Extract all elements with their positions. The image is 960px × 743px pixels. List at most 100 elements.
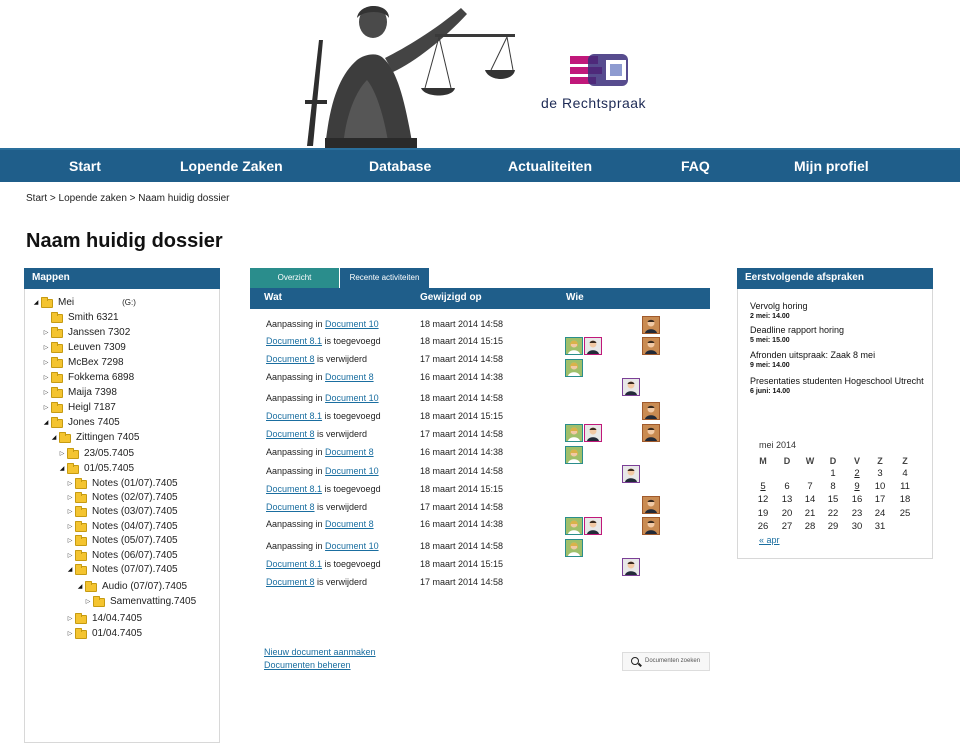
user-avatar[interactable] (565, 424, 583, 442)
collapse-arrow-icon[interactable]: ◢ (32, 296, 40, 310)
folder-item[interactable]: Smith 6321 (42, 311, 119, 325)
user-avatar[interactable] (622, 558, 640, 576)
document-link[interactable]: Document 10 (325, 319, 379, 329)
document-link[interactable]: Document 8 (266, 429, 315, 439)
document-link[interactable]: Document 8 (325, 372, 374, 382)
expand-arrow-icon[interactable]: ▷ (66, 520, 74, 534)
document-link[interactable]: Document 10 (325, 466, 379, 476)
breadcrumb[interactable]: Start > Lopende zaken > Naam huidig doss… (26, 193, 229, 204)
folder-item[interactable]: ▷ Notes (02/07).7405 (66, 491, 178, 505)
expand-arrow-icon[interactable]: ▷ (42, 371, 50, 385)
expand-arrow-icon[interactable]: ▷ (66, 477, 74, 491)
document-link[interactable]: Document 8 (266, 577, 315, 587)
collapse-arrow-icon[interactable]: ◢ (42, 416, 50, 430)
tab-overzicht[interactable]: Overzicht (250, 268, 339, 288)
nav-database[interactable]: Database (369, 150, 431, 184)
document-link[interactable]: Document 10 (325, 541, 379, 551)
expand-arrow-icon[interactable]: ▷ (58, 447, 66, 461)
expand-arrow-icon[interactable]: ▷ (66, 534, 74, 548)
nav-actualiteiten[interactable]: Actualiteiten (508, 150, 592, 184)
folder-item[interactable]: ▷ Samenvatting.7405 (84, 595, 196, 609)
folder-item[interactable]: ◢ 01/05.7405 (58, 462, 134, 476)
calendar-day[interactable]: 7 (800, 481, 820, 493)
nav-lopende-zaken[interactable]: Lopende Zaken (180, 150, 283, 184)
document-link[interactable]: Document 8 (325, 447, 374, 457)
new-document-link[interactable]: Nieuw document aanmaken (264, 647, 376, 657)
expand-arrow-icon[interactable]: ▷ (66, 491, 74, 505)
user-avatar[interactable] (642, 424, 660, 442)
user-avatar[interactable] (642, 316, 660, 334)
user-avatar[interactable] (642, 402, 660, 420)
user-avatar[interactable] (565, 539, 583, 557)
document-link[interactable]: Document 8 (325, 519, 374, 529)
calendar-day[interactable]: 11 (895, 481, 915, 493)
calendar-day[interactable]: 17 (870, 494, 890, 506)
expand-arrow-icon[interactable]: ▷ (42, 326, 50, 340)
expand-arrow-icon[interactable]: ▷ (42, 386, 50, 400)
collapse-arrow-icon[interactable]: ◢ (76, 580, 84, 594)
document-link[interactable]: Document 8.1 (266, 411, 322, 421)
calendar-day[interactable]: 23 (847, 508, 867, 520)
folder-item[interactable]: ◢ Notes (07/07).7405 (66, 563, 178, 577)
calendar-day[interactable]: 28 (800, 521, 820, 533)
expand-arrow-icon[interactable]: ▷ (66, 612, 74, 626)
folder-item[interactable]: ▷ Notes (01/07).7405 (66, 477, 178, 491)
tab-recente-activiteiten[interactable]: Recente activiteiten (340, 268, 429, 288)
user-avatar[interactable] (565, 359, 583, 377)
calendar-day[interactable]: 6 (777, 481, 797, 493)
user-avatar[interactable] (584, 517, 602, 535)
folder-item[interactable]: ▷ Notes (06/07).7405 (66, 549, 178, 563)
user-avatar[interactable] (622, 378, 640, 396)
folder-item[interactable]: ◢ Zittingen 7405 (50, 431, 139, 445)
calendar-day[interactable]: 26 (753, 521, 773, 533)
folder-item[interactable]: ◢ Audio (07/07).7405 (76, 580, 187, 594)
collapse-arrow-icon[interactable]: ◢ (50, 431, 58, 445)
calendar-day[interactable]: 27 (777, 521, 797, 533)
calendar-day[interactable]: 2 (847, 468, 867, 480)
user-avatar[interactable] (622, 465, 640, 483)
user-avatar[interactable] (642, 517, 660, 535)
folder-item[interactable]: ▷ Notes (03/07).7405 (66, 505, 178, 519)
nav-mijn-profiel[interactable]: Mijn profiel (794, 150, 869, 184)
user-avatar[interactable] (565, 517, 583, 535)
user-avatar[interactable] (642, 337, 660, 355)
calendar-day[interactable]: 5 (753, 481, 773, 493)
calendar-day[interactable]: 30 (847, 521, 867, 533)
folder-item[interactable]: ▷ Notes (05/07).7405 (66, 534, 178, 548)
document-link[interactable]: Document 8.1 (266, 484, 322, 494)
document-link[interactable]: Document 8 (266, 502, 315, 512)
calendar-prev-month-link[interactable]: « apr (759, 535, 780, 545)
nav-start[interactable]: Start (69, 150, 101, 184)
calendar-day[interactable]: 25 (895, 508, 915, 520)
calendar-day[interactable]: 10 (870, 481, 890, 493)
folder-item[interactable]: ▷ 14/04.7405 (66, 612, 142, 626)
folder-item[interactable]: ▷ Notes (04/07).7405 (66, 520, 178, 534)
user-avatar[interactable] (584, 424, 602, 442)
calendar-day[interactable]: 12 (753, 494, 773, 506)
calendar-day[interactable]: 20 (777, 508, 797, 520)
calendar-day[interactable]: 15 (823, 494, 843, 506)
collapse-arrow-icon[interactable]: ◢ (66, 563, 74, 577)
calendar-day[interactable]: 3 (870, 468, 890, 480)
calendar-day[interactable]: 9 (847, 481, 867, 493)
calendar-day[interactable]: 29 (823, 521, 843, 533)
calendar-day[interactable]: 18 (895, 494, 915, 506)
calendar-day[interactable]: 24 (870, 508, 890, 520)
document-link[interactable]: Document 8.1 (266, 336, 322, 346)
calendar-day[interactable]: 14 (800, 494, 820, 506)
calendar-day[interactable]: 19 (753, 508, 773, 520)
calendar-day[interactable]: 22 (823, 508, 843, 520)
expand-arrow-icon[interactable]: ▷ (66, 549, 74, 563)
document-link[interactable]: Document 10 (325, 393, 379, 403)
folder-item[interactable]: ▷ Janssen 7302 (42, 326, 130, 340)
nav-faq[interactable]: FAQ (681, 150, 710, 184)
folder-item[interactable]: ▷ Leuven 7309 (42, 341, 126, 355)
calendar-day[interactable]: 21 (800, 508, 820, 520)
expand-arrow-icon[interactable]: ▷ (42, 341, 50, 355)
folder-item[interactable]: ◢ Mei (G:) (32, 296, 136, 310)
expand-arrow-icon[interactable]: ▷ (42, 401, 50, 415)
calendar-day[interactable]: 8 (823, 481, 843, 493)
expand-arrow-icon[interactable]: ▷ (84, 595, 92, 609)
folder-item[interactable]: ▷ McBex 7298 (42, 356, 124, 370)
expand-arrow-icon[interactable]: ▷ (42, 356, 50, 370)
